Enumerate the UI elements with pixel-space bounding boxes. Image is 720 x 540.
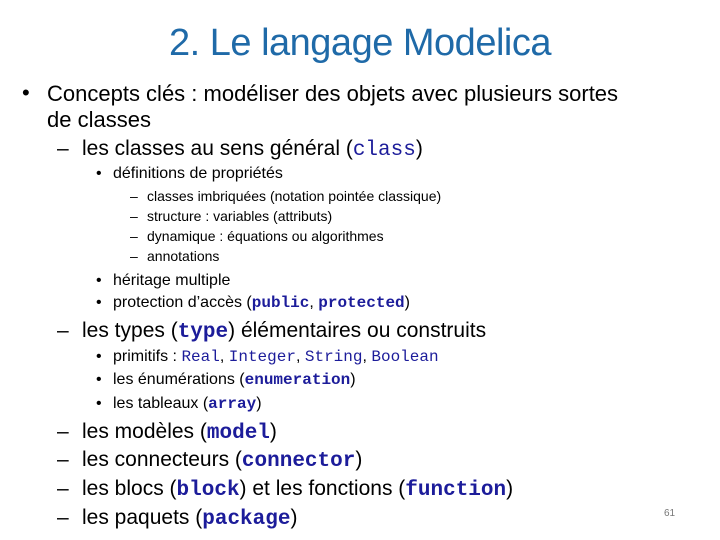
bullet-icon: •: [96, 272, 102, 289]
bullet-icon: •: [96, 294, 102, 311]
dash-icon: –: [57, 420, 69, 443]
code-function: function: [405, 479, 507, 502]
intro-line-1: Concepts clés : modéliser des objets ave…: [47, 81, 619, 106]
dash-icon: –: [57, 448, 69, 471]
code-boolean: Boolean: [371, 348, 439, 366]
array-prefix: les tableaux (: [113, 395, 209, 412]
code-string: String: [304, 348, 363, 366]
dash-icon: –: [57, 477, 69, 500]
code-array: array: [208, 395, 257, 413]
models-prefix: les modèles (: [82, 420, 207, 443]
dash-icon: –: [130, 248, 138, 264]
code-model: model: [206, 422, 270, 445]
code-package: package: [202, 508, 291, 531]
blocks-prefix: les blocs (: [82, 477, 177, 500]
dash-icon: –: [130, 188, 138, 204]
bullet-icon: •: [22, 80, 30, 105]
sub-item: dynamique : équations ou algorithmes: [147, 228, 384, 244]
connectors-prefix: les connecteurs (: [82, 448, 242, 471]
types-heading: les types (type) élémentaires ou constru…: [82, 319, 486, 344]
blocks-suffix: ): [506, 477, 514, 500]
code-block: block: [176, 479, 240, 502]
page-number: 61: [664, 508, 676, 519]
bullet-icon: •: [96, 348, 102, 365]
models-suffix: ): [269, 420, 277, 443]
dash-icon: –: [130, 228, 138, 244]
packages-item: les paquets (package): [82, 506, 297, 531]
slide-title: 2. Le langage Modelica: [169, 22, 551, 64]
sub-item: classes imbriquées (notation pointée cla…: [147, 188, 442, 204]
intro-line-2: de classes: [47, 107, 151, 132]
bullet-icon: •: [96, 395, 102, 412]
dash-icon: –: [57, 137, 69, 160]
definitions-item: définitions de propriétés: [113, 165, 283, 182]
dash-icon: –: [57, 319, 69, 342]
enum-suffix: ): [350, 371, 356, 388]
blocks-functions-item: les blocs (block) et les fonctions (func…: [82, 477, 513, 502]
sub-item: structure : variables (attributs): [147, 208, 333, 224]
code-protected: protected: [318, 294, 405, 312]
enum-prefix: les énumérations (: [113, 371, 245, 388]
dash-icon: –: [57, 506, 69, 529]
protection-item: protection d’accès (public, protected): [113, 294, 410, 312]
types-prefix: les types (: [82, 319, 178, 342]
bullet-icon: •: [96, 165, 102, 182]
classes-prefix: les classes au sens général (: [82, 137, 353, 160]
classes-suffix: ): [415, 137, 423, 160]
dash-icon: –: [130, 208, 138, 224]
packages-prefix: les paquets (: [82, 506, 203, 529]
connectors-suffix: ): [355, 448, 363, 471]
protection-sep: ,: [309, 294, 319, 311]
code-class: class: [352, 139, 416, 162]
code-public: public: [251, 294, 310, 312]
code-enumeration: enumeration: [244, 371, 351, 389]
models-item: les modèles (model): [82, 420, 277, 445]
code-real: Real: [181, 348, 220, 366]
protection-prefix: protection d’accès (: [113, 294, 252, 311]
heritage-item: héritage multiple: [113, 272, 231, 289]
packages-suffix: ): [290, 506, 298, 529]
enum-item: les énumérations (enumeration): [113, 371, 356, 389]
bullet-icon: •: [96, 371, 102, 388]
primitifs-item: primitifs : Real, Integer, String, Boole…: [113, 348, 439, 366]
sub-item: annotations: [147, 248, 220, 264]
blocks-mid: ) et les fonctions (: [239, 477, 406, 500]
primitifs-label: primitifs :: [113, 348, 182, 365]
classes-heading: les classes au sens général (class): [82, 137, 423, 162]
protection-suffix: ): [404, 294, 410, 311]
types-suffix: ) élémentaires ou construits: [228, 319, 487, 342]
code-integer: Integer: [228, 348, 296, 366]
array-item: les tableaux (array): [113, 395, 262, 413]
code-connector: connector: [241, 450, 356, 473]
connectors-item: les connecteurs (connector): [82, 448, 362, 473]
code-type: type: [177, 321, 229, 344]
array-suffix: ): [256, 395, 262, 412]
